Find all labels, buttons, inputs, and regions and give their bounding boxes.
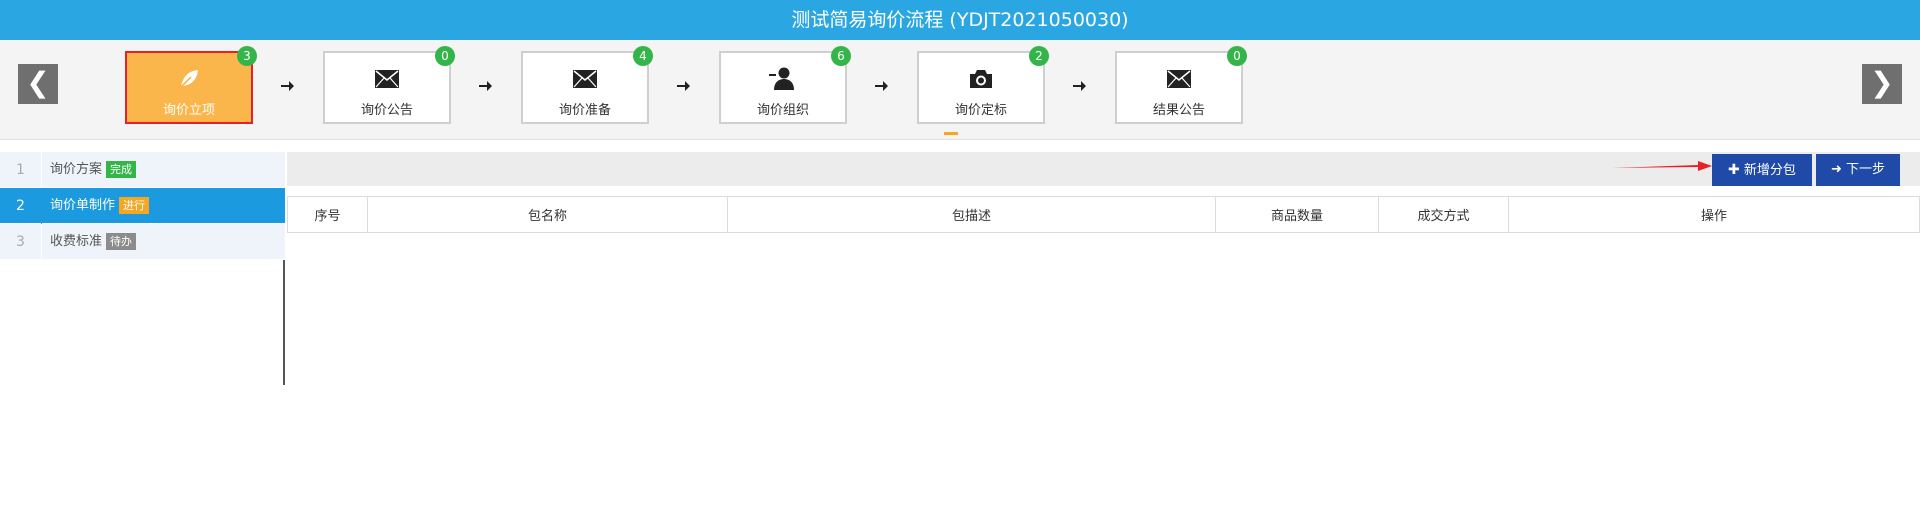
process-steps-bar: ❮ 询价立项 3 询价公告 0 询价准备 4 询价组织 6 询价定标 2 结果公…	[0, 40, 1920, 140]
add-package-button[interactable]: ✚ 新增分包	[1712, 154, 1812, 186]
arrow-right-icon	[281, 81, 294, 91]
column-header-package-description[interactable]: 包描述	[727, 196, 1216, 233]
add-package-label: 新增分包	[1743, 163, 1796, 178]
column-header-deal-method[interactable]: 成交方式	[1378, 196, 1509, 233]
step-count-badge: 2	[1029, 46, 1049, 66]
arrow-right-icon	[479, 81, 492, 91]
sidebar-item-label: 收费标准	[50, 234, 103, 249]
sidebar-item-inquiry-plan[interactable]: 1 询价方案 完成	[0, 152, 285, 188]
step-label: 询价立项	[162, 103, 215, 118]
envelope-icon	[523, 67, 647, 91]
next-step-label: 下一步	[1846, 162, 1886, 177]
table-header-row: 序号 包名称 包描述 商品数量 成交方式 操作	[287, 196, 1920, 233]
red-pointer-arrow-icon	[1612, 161, 1712, 171]
plus-icon: ✚	[1728, 162, 1740, 178]
circle-arrow-icon: ➜	[1830, 162, 1842, 177]
camera-icon	[919, 67, 1043, 91]
step-inquiry-award[interactable]: 询价定标 2	[917, 46, 1049, 124]
step-count-badge: 0	[1227, 46, 1247, 66]
envelope-icon	[325, 67, 449, 91]
step-inquiry-preparation[interactable]: 询价准备 4	[521, 46, 653, 124]
step-label: 询价准备	[558, 103, 611, 118]
step-count-badge: 6	[831, 46, 851, 66]
sidebar-item-inquiry-form[interactable]: 2 询价单制作 进行	[0, 188, 285, 224]
leaf-icon	[127, 67, 251, 91]
status-badge: 进行	[119, 197, 150, 214]
arrow-right-icon	[677, 81, 690, 91]
column-header-package-name[interactable]: 包名称	[367, 196, 728, 233]
column-header-item-count[interactable]: 商品数量	[1215, 196, 1379, 233]
sidebar-menu: 1 询价方案 完成 2 询价单制作 进行 3 收费标准 待办	[0, 152, 285, 385]
user-icon	[721, 67, 845, 91]
current-step-indicator	[944, 132, 958, 135]
next-step-button[interactable]: ➜ 下一步	[1816, 154, 1900, 186]
step-label: 结果公告	[1152, 103, 1205, 118]
step-inquiry-notice[interactable]: 询价公告 0	[323, 46, 455, 124]
status-badge: 待办	[106, 233, 137, 250]
next-arrow-button[interactable]: ❯	[1862, 64, 1902, 104]
step-result-notice[interactable]: 结果公告 0	[1115, 46, 1247, 124]
column-header-index[interactable]: 序号	[287, 196, 368, 233]
package-table: 序号 包名称 包描述 商品数量 成交方式 操作	[287, 196, 1920, 233]
step-label: 询价公告	[360, 103, 413, 118]
sidebar-item-number: 1	[0, 152, 42, 188]
step-count-badge: 4	[633, 46, 653, 66]
sidebar-item-label: 询价方案	[50, 162, 103, 177]
step-label: 询价定标	[954, 103, 1007, 118]
sidebar-item-fee-standard[interactable]: 3 收费标准 待办	[0, 224, 285, 260]
page-title: 测试简易询价流程 (YDJT2021050030)	[0, 0, 1920, 40]
arrow-right-icon	[875, 81, 888, 91]
sidebar-item-number: 3	[0, 224, 42, 260]
sidebar-item-label: 询价单制作	[50, 198, 116, 213]
step-count-badge: 0	[435, 46, 455, 66]
status-badge: 完成	[106, 161, 137, 178]
previous-arrow-button[interactable]: ❮	[18, 64, 58, 104]
arrow-right-icon	[1073, 81, 1086, 91]
step-inquiry-initiation[interactable]: 询价立项 3	[125, 46, 257, 124]
step-count-badge: 3	[237, 46, 257, 66]
column-header-actions[interactable]: 操作	[1508, 196, 1920, 233]
sidebar-item-number: 2	[0, 188, 42, 224]
step-label: 询价组织	[756, 103, 809, 118]
envelope-icon	[1117, 67, 1241, 91]
step-inquiry-organization[interactable]: 询价组织 6	[719, 46, 851, 124]
